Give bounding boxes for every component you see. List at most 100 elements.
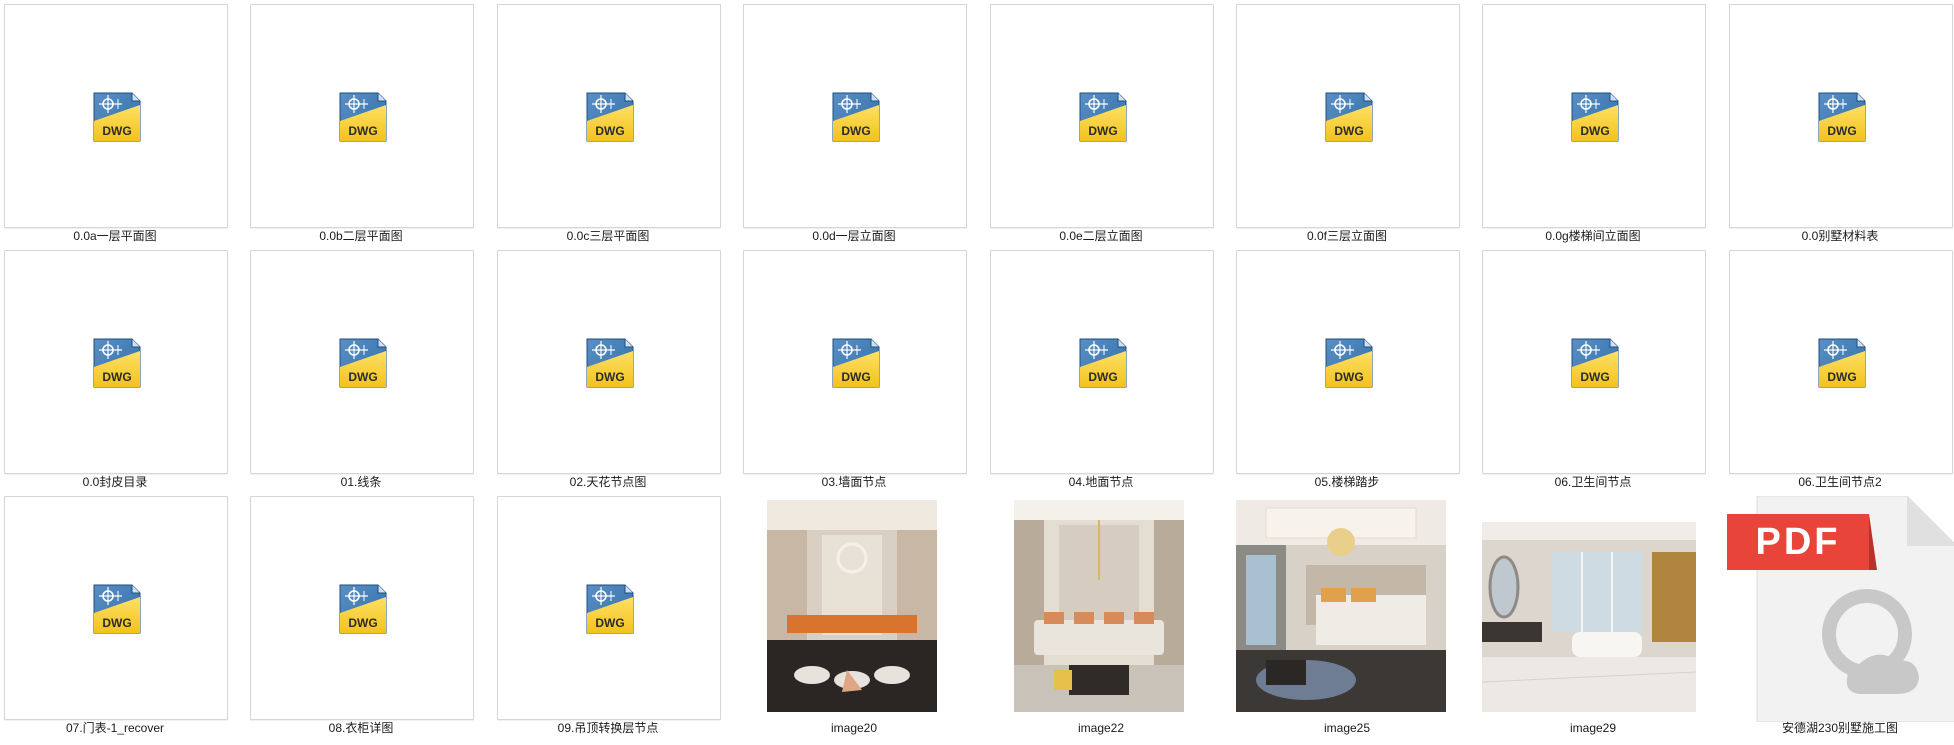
file-thumbnail[interactable]: DWG [1236,4,1460,228]
file-tile[interactable]: DWG 0.0c三层平面图 [493,0,739,246]
file-thumbnail[interactable] [990,496,1212,718]
file-grid: DWG 0.0a一层平面图 DWG 0.0b二层平面图 DWG 0.0c三层平面… [0,0,1954,745]
file-name-label: 安德湖230别墅施工图 [1781,721,1899,735]
file-name-label: 0.0f三层立面图 [1306,229,1388,243]
file-tile[interactable]: DWG 0.0封皮目录 [0,246,246,492]
svg-text:DWG: DWG [348,124,377,138]
file-thumbnail[interactable]: DWG [743,4,967,228]
file-tile[interactable]: DWG 0.0别墅材料表 [1725,0,1954,246]
svg-text:DWG: DWG [1580,370,1609,384]
dwg-file-icon: DWG [1571,338,1619,388]
file-tile[interactable]: PDF 安德湖230别墅施工图 [1725,492,1954,738]
file-tile[interactable]: DWG 0.0f三层立面图 [1232,0,1478,246]
file-thumbnail[interactable]: PDF [1725,496,1954,722]
dwg-file-icon: DWG [1079,92,1127,142]
dwg-file-icon: DWG [339,584,387,634]
file-thumbnail[interactable] [1482,496,1704,718]
file-name-label: image29 [1569,721,1617,735]
file-name-label: image20 [830,721,878,735]
dwg-file-icon: DWG [93,92,141,142]
file-tile[interactable]: image22 [986,492,1232,738]
file-thumbnail[interactable]: DWG [250,496,474,720]
file-tile[interactable]: DWG 01.线条 [246,246,492,492]
file-name-label: 05.楼梯踏步 [1314,475,1380,489]
file-thumbnail[interactable]: DWG [497,496,721,720]
dwg-file-icon: DWG [832,338,880,388]
file-tile[interactable]: DWG 0.0a一层平面图 [0,0,246,246]
file-thumbnail[interactable]: DWG [4,250,228,474]
file-thumbnail[interactable]: DWG [250,250,474,474]
svg-text:DWG: DWG [595,370,624,384]
file-thumbnail[interactable]: DWG [1729,4,1953,228]
svg-text:DWG: DWG [841,124,870,138]
file-thumbnail[interactable]: DWG [990,4,1214,228]
file-tile[interactable]: DWG 05.楼梯踏步 [1232,246,1478,492]
svg-text:DWG: DWG [1580,124,1609,138]
file-tile[interactable]: DWG 06.卫生间节点2 [1725,246,1954,492]
file-name-label: 0.0e二层立面图 [1059,229,1143,243]
file-tile[interactable]: DWG 08.衣柜详图 [246,492,492,738]
file-tile[interactable]: DWG 0.0g楼梯间立面图 [1478,0,1724,246]
file-tile[interactable]: DWG 0.0d一层立面图 [739,0,985,246]
file-name-label: 02.天花节点图 [569,475,647,489]
file-name-label: image22 [1077,721,1125,735]
file-tile[interactable]: DWG 0.0e二层立面图 [986,0,1232,246]
file-tile[interactable]: DWG 0.0b二层平面图 [246,0,492,246]
svg-text:DWG: DWG [595,616,624,630]
file-tile[interactable]: image20 [739,492,985,738]
file-name-label: 08.衣柜详图 [328,721,394,735]
dwg-file-icon: DWG [339,338,387,388]
dining-room-photo [767,500,937,712]
bedroom-photo [1236,500,1446,712]
dwg-file-icon: DWG [1571,92,1619,142]
file-name-label: 0.0g楼梯间立面图 [1545,229,1641,243]
dwg-file-icon: DWG [586,92,634,142]
file-name-label: 03.墙面节点 [821,475,887,489]
file-thumbnail[interactable]: DWG [497,250,721,474]
file-tile[interactable]: DWG 03.墙面节点 [739,246,985,492]
file-name-label: 0.0d一层立面图 [812,229,896,243]
dwg-file-icon: DWG [93,338,141,388]
file-thumbnail[interactable]: DWG [1729,250,1953,474]
bathroom-photo [1482,522,1696,712]
dwg-file-icon: DWG [1325,338,1373,388]
file-thumbnail[interactable]: DWG [990,250,1214,474]
svg-text:DWG: DWG [1827,124,1856,138]
file-name-label: 06.卫生间节点2 [1798,475,1882,489]
file-thumbnail[interactable]: DWG [4,4,228,228]
dwg-file-icon: DWG [93,584,141,634]
file-thumbnail[interactable]: DWG [743,250,967,474]
file-tile[interactable]: image25 [1232,492,1478,738]
file-tile[interactable]: DWG 04.地面节点 [986,246,1232,492]
file-thumbnail[interactable]: DWG [4,496,228,720]
svg-text:DWG: DWG [1334,370,1363,384]
svg-text:DWG: DWG [1334,124,1363,138]
svg-text:DWG: DWG [102,616,131,630]
dwg-file-icon: DWG [586,584,634,634]
file-tile[interactable]: DWG 06.卫生间节点 [1478,246,1724,492]
svg-text:DWG: DWG [595,124,624,138]
dwg-file-icon: DWG [1818,92,1866,142]
file-tile[interactable]: DWG 09.吊顶转换层节点 [493,492,739,738]
file-name-label: 0.0封皮目录 [82,475,148,489]
file-thumbnail[interactable]: DWG [1482,250,1706,474]
dwg-file-icon: DWG [832,92,880,142]
file-thumbnail[interactable]: DWG [497,4,721,228]
dwg-file-icon: DWG [1325,92,1373,142]
svg-text:DWG: DWG [841,370,870,384]
dwg-file-icon: DWG [339,92,387,142]
file-thumbnail[interactable]: DWG [1236,250,1460,474]
file-tile[interactable]: image29 [1478,492,1724,738]
file-thumbnail[interactable] [743,496,965,718]
file-tile[interactable]: DWG 07.门表-1_recover [0,492,246,738]
file-tile[interactable]: DWG 02.天花节点图 [493,246,739,492]
svg-text:DWG: DWG [1088,124,1117,138]
file-thumbnail[interactable]: DWG [1482,4,1706,228]
file-name-label: 0.0b二层平面图 [319,229,403,243]
file-thumbnail[interactable] [1236,496,1458,718]
pdf-badge-label: PDF [1755,521,1841,563]
file-thumbnail[interactable]: DWG [250,4,474,228]
dwg-file-icon: DWG [1079,338,1127,388]
svg-text:DWG: DWG [102,124,131,138]
file-name-label: 0.0a一层平面图 [73,229,157,243]
